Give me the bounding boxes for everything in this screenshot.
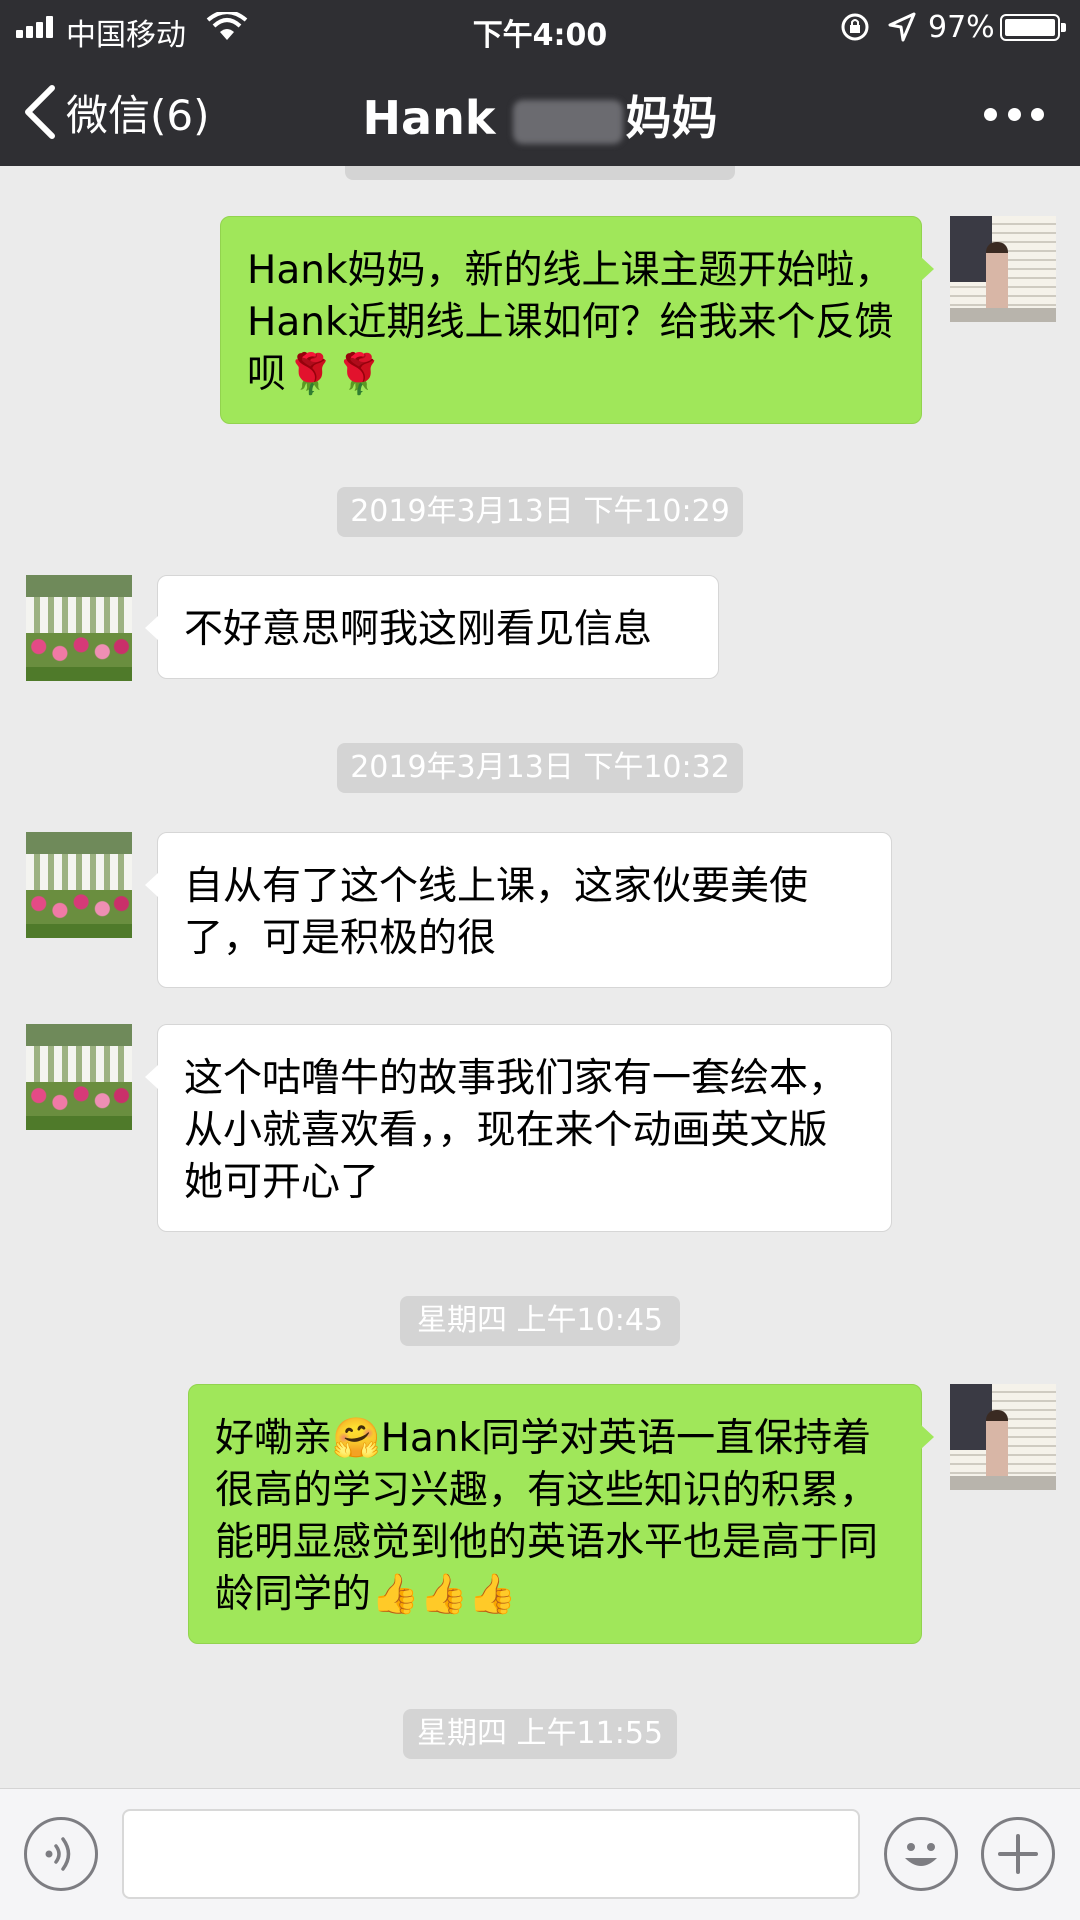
more-functions-button[interactable] <box>981 1817 1055 1891</box>
hug-emoji: 🤗 <box>332 1416 381 1461</box>
my-message-bubble[interactable]: Hank妈妈，新的线上课主题开始啦，Hank近期线上课如何？给我来个反馈呗🌹🌹 <box>220 216 934 424</box>
timestamp: 2019年3月13日 下午10:32 <box>337 743 743 793</box>
plus-icon <box>998 1834 1038 1874</box>
thumbs-up-emoji: 👍 <box>419 1572 469 1617</box>
message-text: 这个咕噜牛的故事我们家有一套绘本，从小就喜欢看，，现在来个动画英文版她可开心了 <box>184 1056 848 1205</box>
emoji-button[interactable] <box>884 1817 958 1891</box>
contact-message-bubble[interactable]: 不好意思啊我这刚看见信息 <box>145 575 719 679</box>
battery-percent: 97% <box>928 10 995 45</box>
rose-emoji: 🌹 <box>286 352 335 397</box>
timestamp: 2019年3月13日 下午10:29 <box>337 487 743 537</box>
location-icon <box>888 12 916 42</box>
rose-emoji: 🌹 <box>334 352 384 397</box>
my-avatar[interactable] <box>950 216 1056 322</box>
message-text: 自从有了这个线上课，这家伙要美使了，可是积极的很 <box>184 864 809 961</box>
contact-avatar[interactable] <box>26 575 132 681</box>
chat-area[interactable]: Hank妈妈，新的线上课主题开始啦，Hank近期线上课如何？给我来个反馈呗🌹🌹 … <box>0 166 1080 1788</box>
contact-message-bubble[interactable]: 这个咕噜牛的故事我们家有一套绘本，从小就喜欢看，，现在来个动画英文版她可开心了 <box>145 1024 892 1232</box>
dot-icon <box>984 107 997 121</box>
input-bar <box>0 1788 1080 1920</box>
title-name: Hank <box>362 91 512 145</box>
title-suffix: 妈妈 <box>625 91 718 145</box>
message-text: 好嘞亲 <box>215 1416 333 1461</box>
timestamp-partial <box>345 166 735 180</box>
contact-message-bubble[interactable]: 自从有了这个线上课，这家伙要美使了，可是积极的很 <box>145 832 892 988</box>
chat-title: Hank 妈妈 <box>0 82 1080 148</box>
more-options-button[interactable] <box>984 102 1044 126</box>
contact-avatar[interactable] <box>26 832 132 938</box>
thumbs-up-emoji: 👍 <box>468 1572 517 1617</box>
dot-icon <box>1007 107 1021 121</box>
top-bar: 中国移动 下午4:00 97% 微信(6) Hank 妈妈 <box>0 0 1080 166</box>
timestamp: 星期四 上午11:55 <box>403 1709 677 1759</box>
contact-avatar[interactable] <box>26 1024 132 1130</box>
rotation-lock-icon <box>841 13 869 41</box>
blurred-name <box>513 99 624 144</box>
dot-icon <box>1031 107 1044 121</box>
thumbs-up-emoji: 👍 <box>371 1572 420 1617</box>
message-text: 不好意思啊我这刚看见信息 <box>184 607 653 652</box>
timestamp: 星期四 上午10:45 <box>400 1296 680 1346</box>
message-input[interactable] <box>122 1809 860 1899</box>
status-bar: 中国移动 下午4:00 97% <box>0 0 1080 54</box>
voice-input-button[interactable] <box>24 1817 98 1891</box>
my-avatar[interactable] <box>950 1384 1056 1490</box>
nav-bar: 微信(6) Hank 妈妈 <box>0 54 1080 166</box>
my-message-bubble[interactable]: 好嘞亲🤗Hank同学对英语一直保持着很高的学习兴趣，有这些知识的积累，能明显感觉… <box>188 1384 934 1644</box>
battery-icon <box>1000 14 1066 41</box>
clock: 下午4:00 <box>472 18 608 53</box>
smiley-icon <box>905 1843 937 1866</box>
voice-icon <box>45 1837 71 1871</box>
